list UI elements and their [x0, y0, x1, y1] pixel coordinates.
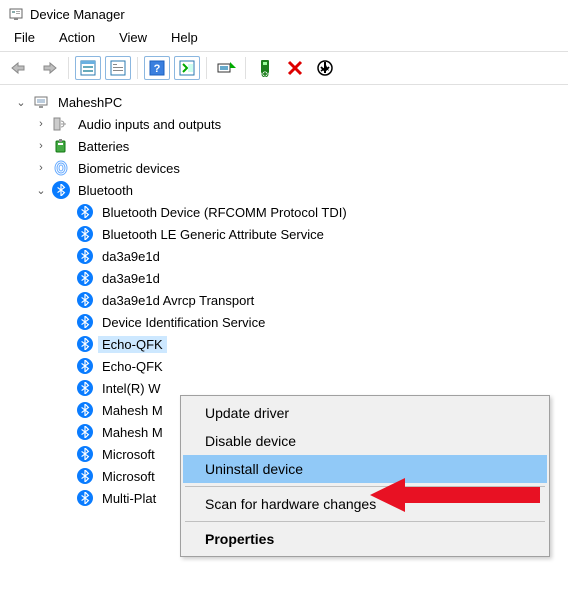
tree-device-item[interactable]: Device Identification Service: [14, 311, 562, 333]
bluetooth-icon: [76, 269, 94, 287]
toolbar-separator: [206, 57, 207, 79]
device-label: Device Identification Service: [98, 314, 269, 331]
bluetooth-icon: [76, 247, 94, 265]
tree-category[interactable]: › Biometric devices: [14, 157, 562, 179]
tree-device-item[interactable]: Bluetooth LE Generic Attribute Service: [14, 223, 562, 245]
uninstall-device-button[interactable]: [282, 56, 308, 80]
context-menu: Update driver Disable device Uninstall d…: [180, 395, 550, 557]
bluetooth-icon: [76, 335, 94, 353]
bluetooth-icon: [76, 291, 94, 309]
bluetooth-icon: [76, 467, 94, 485]
ctx-divider: [185, 486, 545, 487]
tree-category[interactable]: › Batteries: [14, 135, 562, 157]
category-icon: [52, 159, 70, 177]
scan-button[interactable]: [174, 56, 200, 80]
ctx-properties[interactable]: Properties: [183, 525, 547, 553]
tree-category[interactable]: › Audio inputs and outputs: [14, 113, 562, 135]
titlebar: Device Manager: [0, 0, 568, 26]
menu-action[interactable]: Action: [53, 28, 101, 47]
device-label: Multi-Plat: [98, 490, 160, 507]
ctx-divider: [185, 521, 545, 522]
properties-button[interactable]: [105, 56, 131, 80]
toolbar-separator: [68, 57, 69, 79]
ctx-update-driver[interactable]: Update driver: [183, 399, 547, 427]
device-label: da3a9e1d: [98, 270, 164, 287]
toolbar-separator: [137, 57, 138, 79]
expand-icon[interactable]: ›: [34, 118, 48, 130]
device-label: Echo-QFK: [98, 336, 167, 353]
device-label: Mahesh M: [98, 402, 167, 419]
device-label: Echo-QFK: [98, 358, 167, 375]
tree-device-item[interactable]: da3a9e1d: [14, 267, 562, 289]
help-button[interactable]: ?: [144, 56, 170, 80]
device-label: da3a9e1d: [98, 248, 164, 265]
menubar: File Action View Help: [0, 26, 568, 51]
forward-button[interactable]: [36, 56, 62, 80]
tree-device-item[interactable]: Bluetooth Device (RFCOMM Protocol TDI): [14, 201, 562, 223]
collapse-icon[interactable]: ⌄: [14, 96, 28, 109]
device-label: Mahesh M: [98, 424, 167, 441]
tree-device-item[interactable]: da3a9e1d: [14, 245, 562, 267]
device-label: Microsoft: [98, 468, 159, 485]
ctx-scan-hardware[interactable]: Scan for hardware changes: [183, 490, 547, 518]
back-button[interactable]: [6, 56, 32, 80]
bluetooth-icon: [76, 401, 94, 419]
ctx-disable-device[interactable]: Disable device: [183, 427, 547, 455]
tree-category[interactable]: ⌄ Bluetooth: [14, 179, 562, 201]
toolbar: ?: [0, 51, 568, 85]
menu-help[interactable]: Help: [165, 28, 204, 47]
device-label: Intel(R) W: [98, 380, 165, 397]
expand-icon[interactable]: ›: [34, 140, 48, 152]
svg-text:?: ?: [154, 63, 161, 75]
app-icon: [8, 6, 24, 22]
ctx-uninstall-device[interactable]: Uninstall device: [183, 455, 547, 483]
device-label: Bluetooth LE Generic Attribute Service: [98, 226, 328, 243]
tree-device-item[interactable]: Echo-QFK: [14, 355, 562, 377]
device-label: Microsoft: [98, 446, 159, 463]
collapse-icon[interactable]: ⌄: [34, 184, 48, 197]
bluetooth-icon: [76, 489, 94, 507]
category-label: Batteries: [74, 138, 133, 155]
toolbar-separator: [245, 57, 246, 79]
bluetooth-icon: [76, 313, 94, 331]
bluetooth-icon: [76, 379, 94, 397]
tree-root[interactable]: ⌄ MaheshPC: [14, 91, 562, 113]
show-hidden-button[interactable]: [75, 56, 101, 80]
category-label: Biometric devices: [74, 160, 184, 177]
category-icon: [52, 181, 70, 199]
bluetooth-icon: [76, 423, 94, 441]
bluetooth-icon: [76, 445, 94, 463]
tree-device-item[interactable]: da3a9e1d Avrcp Transport: [14, 289, 562, 311]
enable-device-button[interactable]: [252, 56, 278, 80]
category-label: Bluetooth: [74, 182, 137, 199]
menu-file[interactable]: File: [8, 28, 41, 47]
window-title: Device Manager: [30, 7, 125, 22]
category-icon: [52, 137, 70, 155]
bluetooth-icon: [76, 203, 94, 221]
tree-device-item[interactable]: Echo-QFK: [14, 333, 562, 355]
computer-icon: [32, 93, 50, 111]
device-label: da3a9e1d Avrcp Transport: [98, 292, 258, 309]
device-label: Bluetooth Device (RFCOMM Protocol TDI): [98, 204, 351, 221]
disable-device-button[interactable]: [312, 56, 338, 80]
menu-view[interactable]: View: [113, 28, 153, 47]
tree-root-label: MaheshPC: [54, 94, 126, 111]
bluetooth-icon: [76, 357, 94, 375]
category-icon: [52, 115, 70, 133]
bluetooth-icon: [76, 225, 94, 243]
update-driver-toolbar-button[interactable]: [213, 56, 239, 80]
expand-icon[interactable]: ›: [34, 162, 48, 174]
category-label: Audio inputs and outputs: [74, 116, 225, 133]
